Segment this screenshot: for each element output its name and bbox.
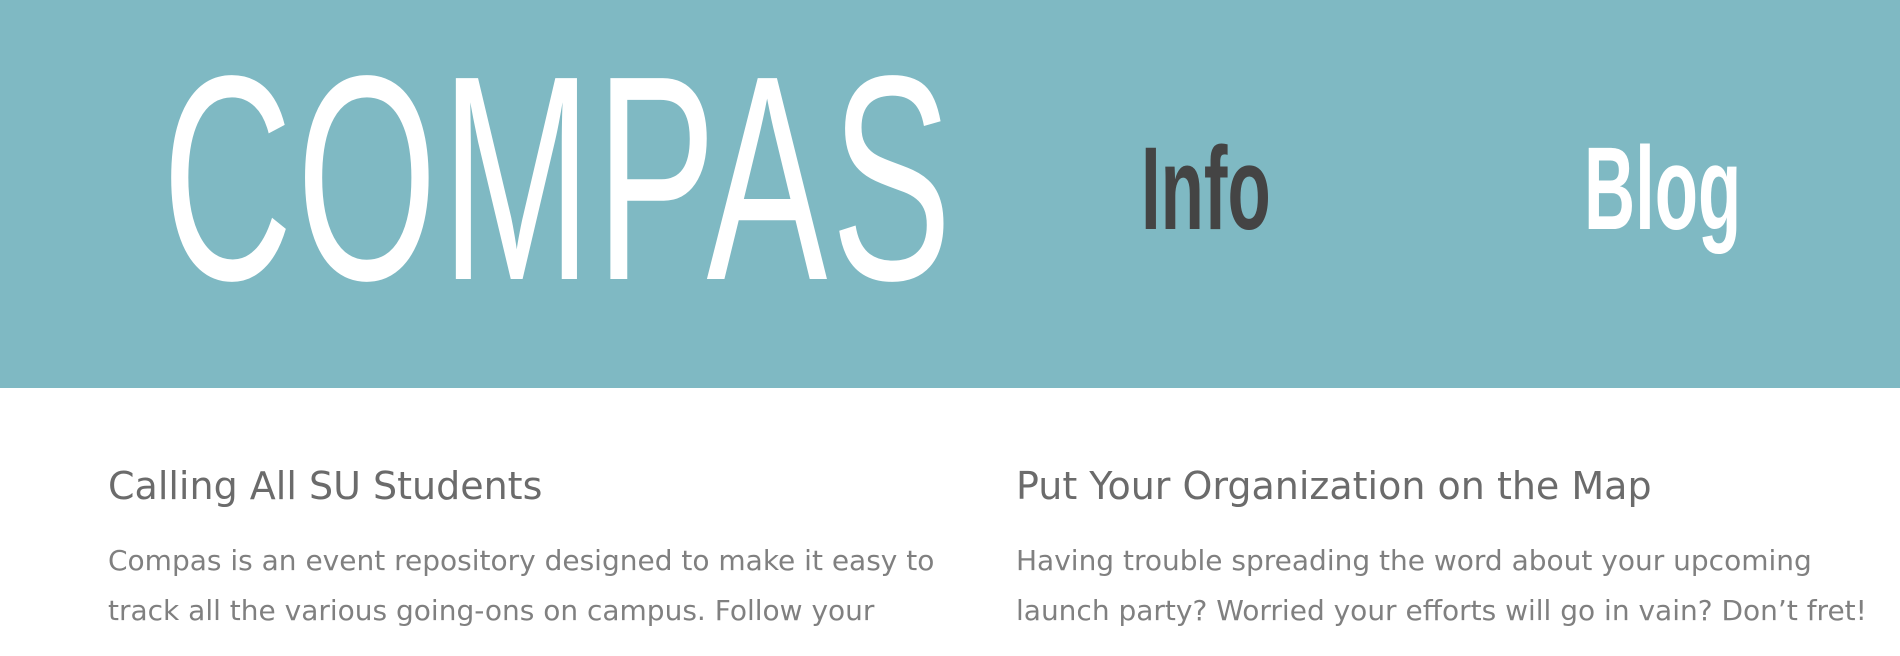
section-heading: Put Your Organization on the Map [1016,464,1652,508]
site-header: COMPAS Info Blog [0,0,1900,388]
body-line: track all the various going-ons on campu… [108,594,875,627]
body-line: Having trouble spreading the word about … [1016,544,1812,577]
site-logo[interactable]: COMPAS [162,32,956,324]
students-section: Calling All SU Students Compas is an eve… [108,456,948,636]
organization-section: Put Your Organization on the Map Having … [1016,456,1867,636]
section-heading: Calling All SU Students [108,464,543,508]
body-line: launch party? Worried your efforts will … [1016,594,1867,627]
section-body: Having trouble spreading the word about … [1016,536,1867,636]
nav-blog-link[interactable]: Blog [1584,130,1741,248]
section-body: Compas is an event repository designed t… [108,536,948,636]
nav-info-link[interactable]: Info [1141,130,1271,248]
body-line: Compas is an event repository designed t… [108,544,935,577]
